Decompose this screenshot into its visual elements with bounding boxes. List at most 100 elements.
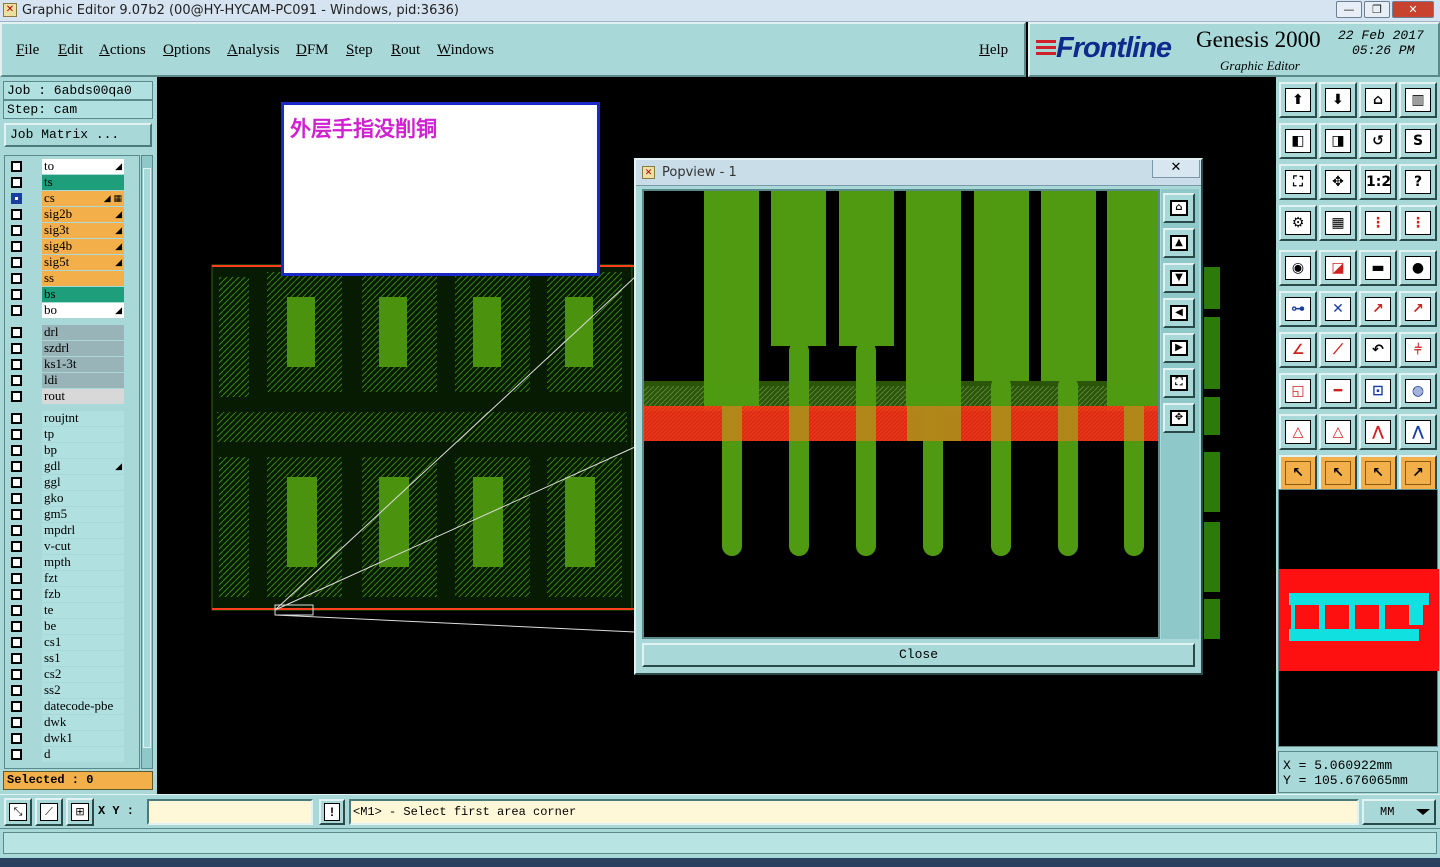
layer-name[interactable]: gm5: [42, 507, 124, 522]
layer-name[interactable]: tp: [42, 427, 124, 442]
layer-checkbox[interactable]: [11, 343, 22, 354]
layer-row-fzb[interactable]: fzb: [7, 587, 129, 602]
layer-name[interactable]: bo ◢: [42, 303, 124, 318]
pointer-box-button[interactable]: ↖: [1319, 455, 1357, 491]
layer-row-ss[interactable]: ss: [7, 271, 129, 286]
undo-button[interactable]: ↶: [1359, 332, 1397, 368]
layer-row-v-cut[interactable]: v-cut: [7, 539, 129, 554]
layer-checkbox[interactable]: [11, 637, 22, 648]
layer-checkbox[interactable]: [11, 653, 22, 664]
layer-checkbox[interactable]: [11, 701, 22, 712]
layer-checkbox[interactable]: [11, 509, 22, 520]
layer-checkbox[interactable]: [11, 289, 22, 300]
pointer-circle-button[interactable]: ↖: [1359, 455, 1397, 491]
measure-button[interactable]: ⟋: [35, 798, 63, 826]
layer-row-dwk1[interactable]: dwk1: [7, 731, 129, 746]
menu-rout[interactable]: Rout: [391, 42, 420, 59]
layer-name[interactable]: fzt: [42, 571, 124, 586]
layer-name[interactable]: ggl: [42, 475, 124, 490]
maximize-button[interactable]: ❐: [1364, 1, 1390, 18]
layer-checkbox[interactable]: [11, 241, 22, 252]
layer-checkbox[interactable]: [11, 461, 22, 472]
help-button[interactable]: ?: [1399, 164, 1437, 200]
layer-name[interactable]: cs ◢ ▦: [42, 191, 124, 206]
layer-name[interactable]: ks1-3t: [42, 357, 124, 372]
layer-checkbox[interactable]: [11, 429, 22, 440]
layer-checkbox[interactable]: [11, 375, 22, 386]
layer-name[interactable]: cs1: [42, 635, 124, 650]
layer-checkbox[interactable]: [11, 391, 22, 402]
layer-row-gdl[interactable]: gdl ◢: [7, 459, 129, 474]
layer-row-mpth[interactable]: mpth: [7, 555, 129, 570]
overview-map[interactable]: [1278, 489, 1439, 747]
layer-name[interactable]: sig2b ◢: [42, 207, 124, 222]
layer-checkbox[interactable]: [11, 161, 22, 172]
scale-button[interactable]: 1:2: [1359, 164, 1397, 200]
layer-checkbox[interactable]: [11, 749, 22, 760]
circle-button[interactable]: ●: [1399, 250, 1437, 286]
xy-input[interactable]: [147, 799, 313, 825]
layer-checkbox[interactable]: [11, 225, 22, 236]
snap-grid-button[interactable]: ⊞: [66, 798, 94, 826]
layer-row-sig4b[interactable]: sig4b ◢: [7, 239, 129, 254]
layer-row-sig3t[interactable]: sig3t ◢: [7, 223, 129, 238]
triangle-button[interactable]: △: [1279, 414, 1317, 450]
layer-name[interactable]: roujtnt: [42, 411, 124, 426]
menu-file[interactable]: File: [16, 42, 39, 59]
layer-name[interactable]: sig4b ◢: [42, 239, 124, 254]
menu-dfm[interactable]: DFM: [296, 42, 329, 59]
split-view-button[interactable]: ▥: [1399, 82, 1437, 118]
layer-name[interactable]: rout: [42, 389, 124, 404]
layer-name[interactable]: dwk1: [42, 731, 124, 746]
layer-name[interactable]: fzb: [42, 587, 124, 602]
gold-finger-zoom-view[interactable]: [644, 191, 1158, 637]
scrollbar-thumb[interactable]: [143, 168, 151, 748]
layer-checkbox[interactable]: [11, 413, 22, 424]
layer-row-be[interactable]: be: [7, 619, 129, 634]
layer-row-bp[interactable]: bp: [7, 443, 129, 458]
layer-checkbox[interactable]: [11, 273, 22, 284]
layer-checkbox[interactable]: [11, 493, 22, 504]
pv-pan-down-button[interactable]: ▼: [1163, 263, 1195, 293]
layer-row-bo[interactable]: bo ◢: [7, 303, 129, 318]
layer-checkbox[interactable]: [11, 177, 22, 188]
pan-right-button[interactable]: ◨: [1319, 123, 1357, 159]
layer-row-gm5[interactable]: gm5: [7, 507, 129, 522]
layer-checkbox[interactable]: [11, 209, 22, 220]
box-select-button[interactable]: ⊡: [1359, 373, 1397, 409]
layer-row-szdrl[interactable]: szdrl: [7, 341, 129, 356]
popview-title-bar[interactable]: ✕ Popview - 1: [636, 160, 1201, 186]
layer-row-dwk[interactable]: dwk: [7, 715, 129, 730]
layer-checkbox[interactable]: [11, 445, 22, 456]
layer-name[interactable]: ss1: [42, 651, 124, 666]
layer-name[interactable]: datecode-pbe: [42, 699, 124, 714]
pointer-path-button[interactable]: ↗: [1399, 455, 1437, 491]
layer-list[interactable]: to ◢ ts cs ◢ ▦ sig2b ◢ sig3t ◢ sig4b ◢ sig5t ◢ ss bs bo…: [4, 155, 140, 769]
pv-zoom-home-button[interactable]: ⌂: [1163, 193, 1195, 223]
layer-name[interactable]: ss: [42, 271, 124, 286]
pv-zoom-fit-button[interactable]: ⛶: [1163, 368, 1195, 398]
zoom-area-button[interactable]: ⤡: [4, 798, 32, 826]
popview-canvas[interactable]: [642, 189, 1160, 639]
diagonal-button[interactable]: ⟋: [1319, 332, 1357, 368]
layer-row-sig2b[interactable]: sig2b ◢: [7, 207, 129, 222]
layer-checkbox[interactable]: [11, 621, 22, 632]
warning-button[interactable]: !: [319, 799, 345, 825]
layer-checkbox[interactable]: [11, 605, 22, 616]
layer-checkbox[interactable]: [11, 717, 22, 728]
units-select[interactable]: MM: [1362, 799, 1436, 825]
layer-name[interactable]: ts: [42, 175, 124, 190]
layer-row-bs[interactable]: bs: [7, 287, 129, 302]
popview-close-button[interactable]: Close: [642, 643, 1195, 667]
layer-row-sig5t[interactable]: sig5t ◢: [7, 255, 129, 270]
layer-row-ss1[interactable]: ss1: [7, 651, 129, 666]
layer-row-cs2[interactable]: cs2: [7, 667, 129, 682]
snap-button[interactable]: ◱: [1279, 373, 1317, 409]
layer-checkbox[interactable]: [11, 573, 22, 584]
zoom-down-button[interactable]: ⬇: [1319, 82, 1357, 118]
close-window-button[interactable]: ✕: [1392, 1, 1434, 18]
layer-name[interactable]: bp: [42, 443, 124, 458]
minimize-button[interactable]: —: [1336, 1, 1362, 18]
menu-help[interactable]: Help: [979, 42, 1008, 59]
redraw-button[interactable]: S: [1399, 123, 1437, 159]
